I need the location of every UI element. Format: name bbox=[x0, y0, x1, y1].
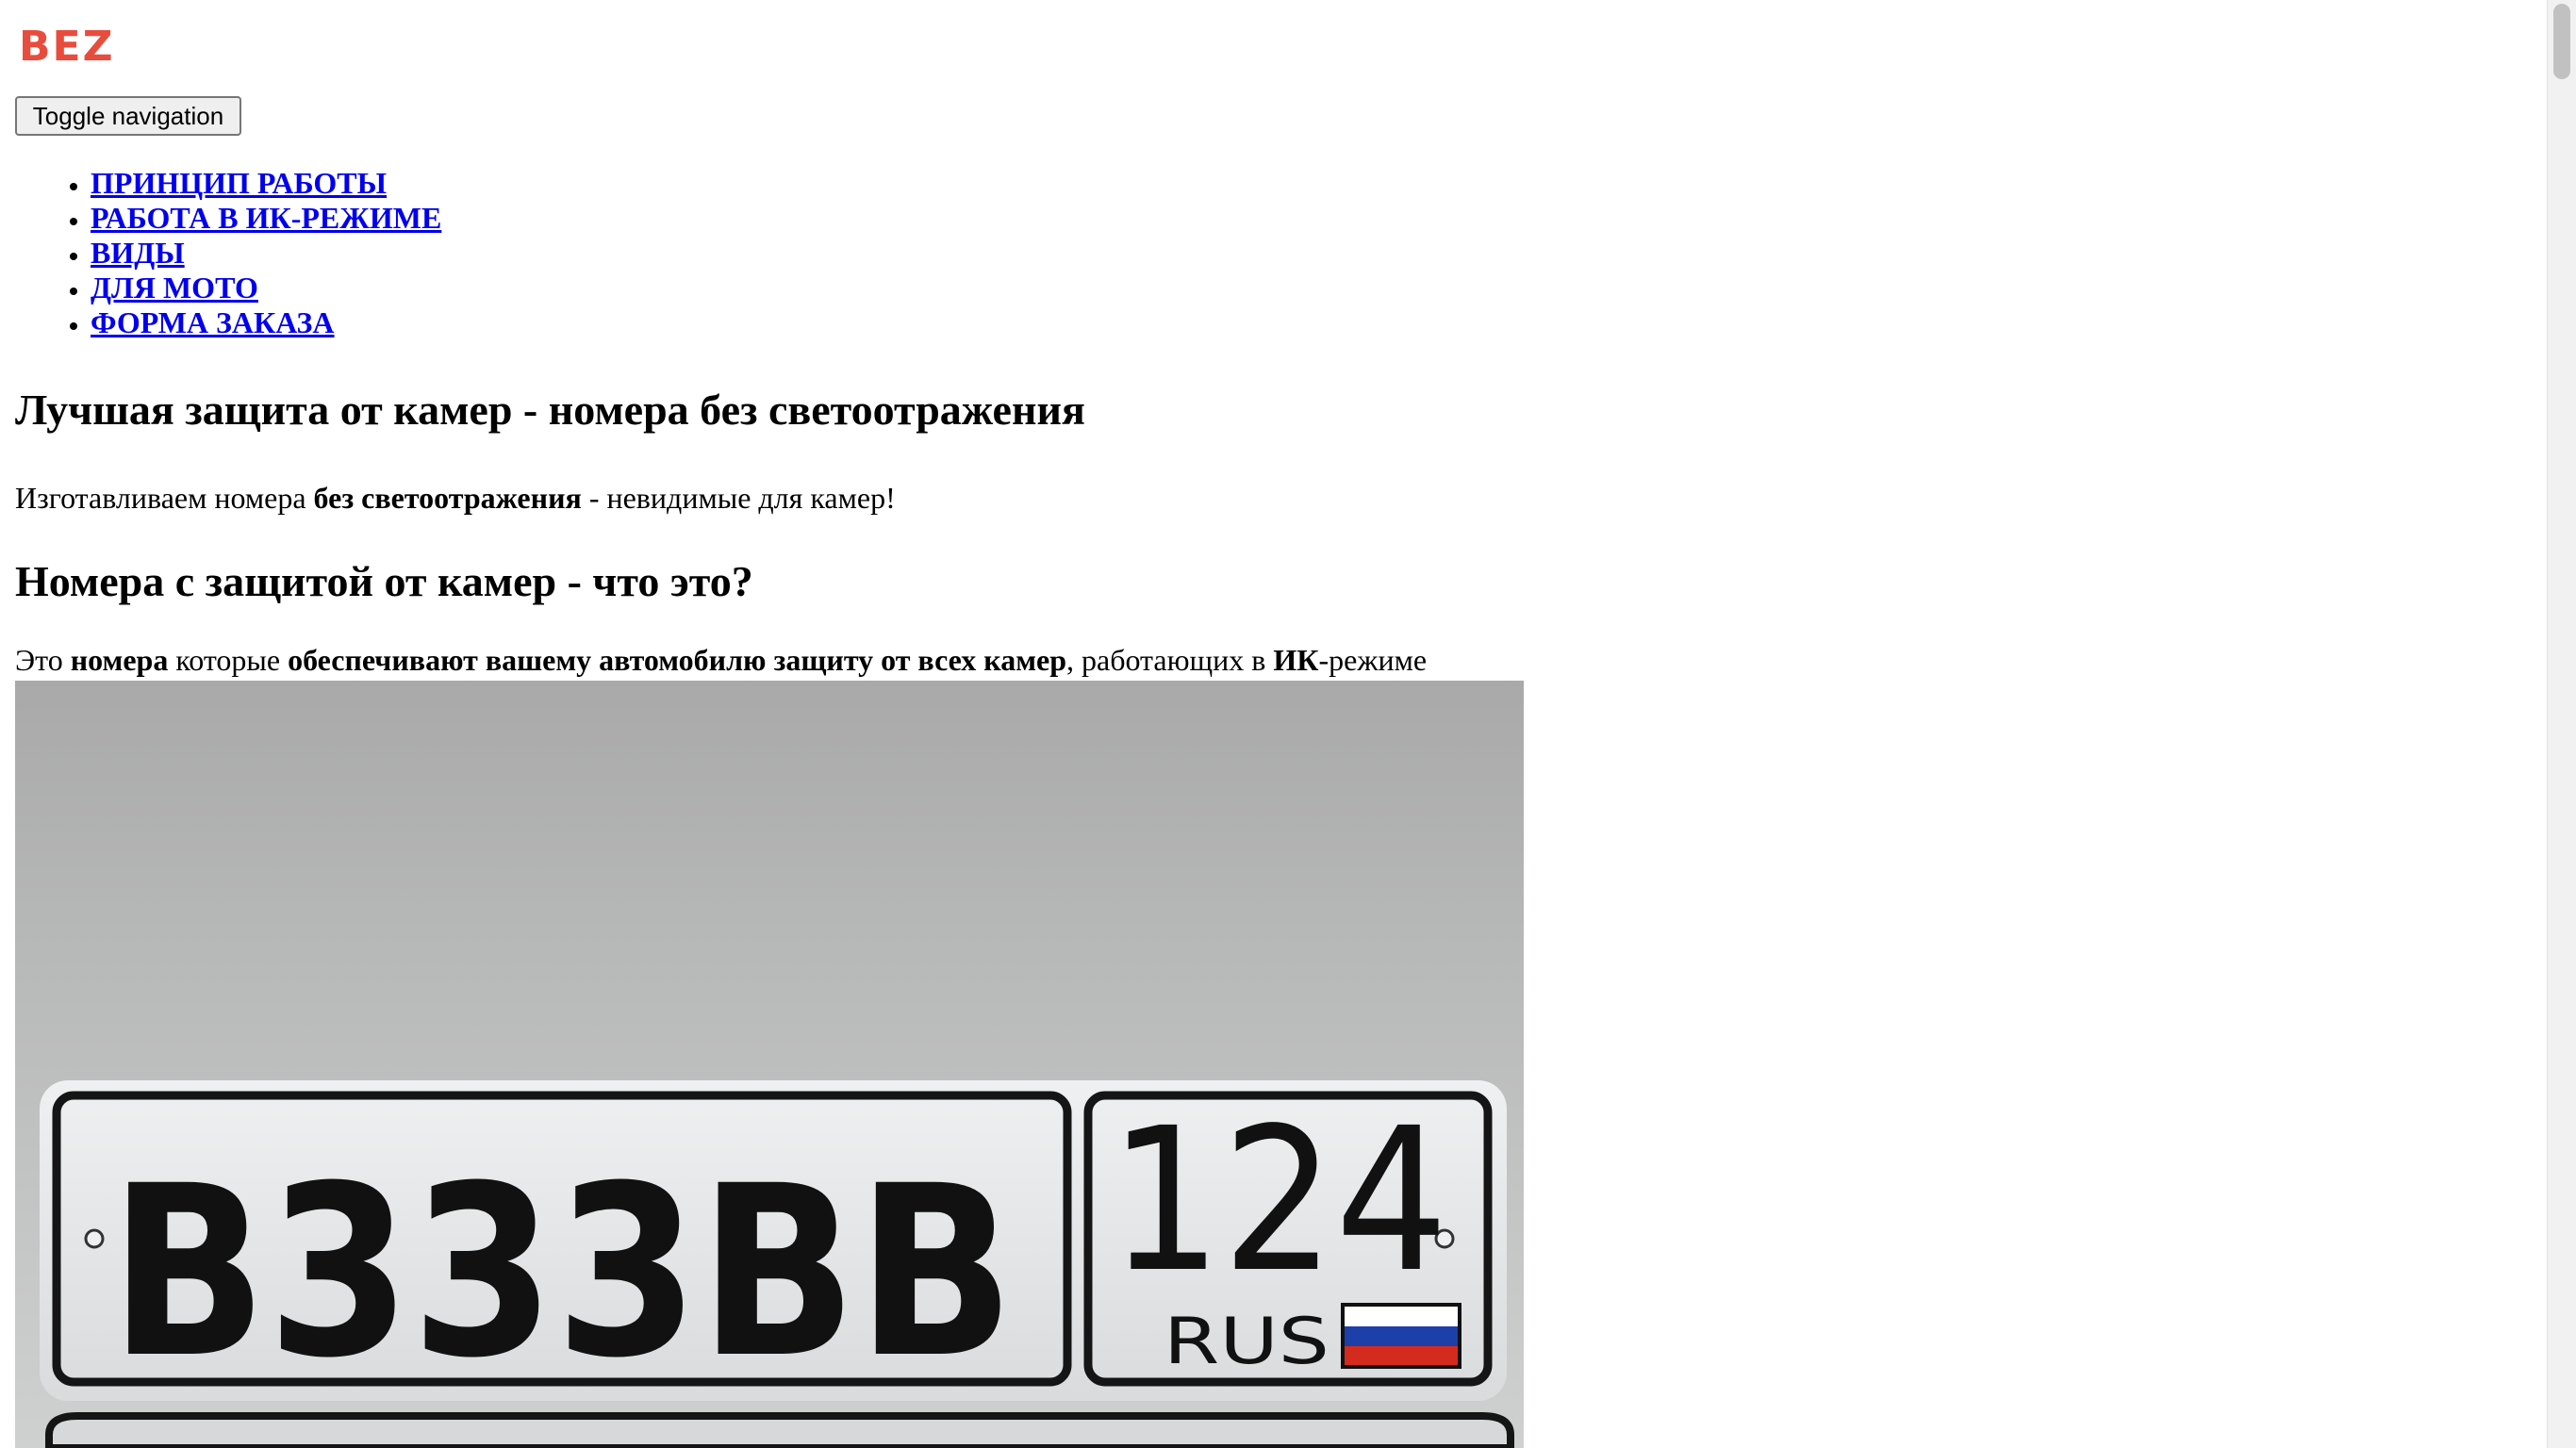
nav-link-order-form[interactable]: ФОРМА ЗАКАЗА bbox=[91, 305, 335, 339]
nav-item-types: ВИДЫ bbox=[91, 236, 441, 271]
nav-item-ir-mode: РАБОТА В ИК-РЕЖИМЕ bbox=[91, 201, 441, 236]
license-plate-photo: B333BB 124 RUS bbox=[15, 681, 1524, 1448]
page-title: Лучшая защита от камер - номера без свет… bbox=[15, 386, 1085, 434]
plate-series: B333BB bbox=[109, 1135, 1015, 1409]
desc-bold: номера bbox=[70, 643, 169, 677]
intro-text-bold: без светоотражения bbox=[313, 481, 582, 515]
desc-bold: обеспечивают вашему автомобилю защиту от… bbox=[288, 643, 1066, 677]
desc-text: , работающих в bbox=[1065, 643, 1274, 677]
flag-stripe-blue bbox=[1345, 1326, 1458, 1346]
desc-text: которые bbox=[168, 643, 289, 677]
section-description: Это номера которые обеспечивают вашему а… bbox=[15, 643, 1427, 678]
flag-stripe-red bbox=[1345, 1346, 1458, 1365]
russian-flag bbox=[1341, 1303, 1461, 1369]
plate-region: 124 bbox=[1109, 1085, 1448, 1316]
nav-item-principle: ПРИНЦИП РАБОТЫ bbox=[91, 166, 441, 201]
main-nav: ПРИНЦИП РАБОТЫ РАБОТА В ИК-РЕЖИМЕ ВИДЫ Д… bbox=[15, 166, 441, 340]
toggle-navigation-button[interactable]: Toggle navigation bbox=[15, 96, 241, 136]
section-title: Номера с защитой от камер - что это? bbox=[15, 557, 753, 605]
intro-text: Изготавливаем номера без светоотражения … bbox=[15, 481, 896, 516]
desc-text: Это bbox=[15, 643, 71, 677]
plate-country: RUS bbox=[1164, 1305, 1329, 1379]
intro-text-part: - невидимые для камер! bbox=[581, 481, 896, 515]
site-logo[interactable]: BEZ bbox=[19, 26, 115, 68]
desc-text: -режиме bbox=[1318, 643, 1428, 677]
flag-stripe-white bbox=[1345, 1307, 1458, 1326]
scrollbar-thumb[interactable] bbox=[2553, 4, 2570, 79]
second-plate-edge bbox=[45, 1412, 1514, 1448]
nav-link-principle[interactable]: ПРИНЦИП РАБОТЫ bbox=[91, 166, 387, 200]
nav-link-types[interactable]: ВИДЫ bbox=[91, 236, 185, 270]
intro-text-part: Изготавливаем номера bbox=[15, 481, 314, 515]
license-plate: B333BB 124 RUS bbox=[40, 1080, 1507, 1409]
nav-item-moto: ДЛЯ МОТО bbox=[91, 271, 441, 305]
nav-link-ir-mode[interactable]: РАБОТА В ИК-РЕЖИМЕ bbox=[91, 201, 441, 235]
nav-link-moto[interactable]: ДЛЯ МОТО bbox=[91, 271, 258, 304]
desc-bold: ИК bbox=[1273, 643, 1319, 677]
nav-item-order-form: ФОРМА ЗАКАЗА bbox=[91, 305, 441, 340]
vertical-scrollbar[interactable] bbox=[2547, 0, 2576, 1448]
